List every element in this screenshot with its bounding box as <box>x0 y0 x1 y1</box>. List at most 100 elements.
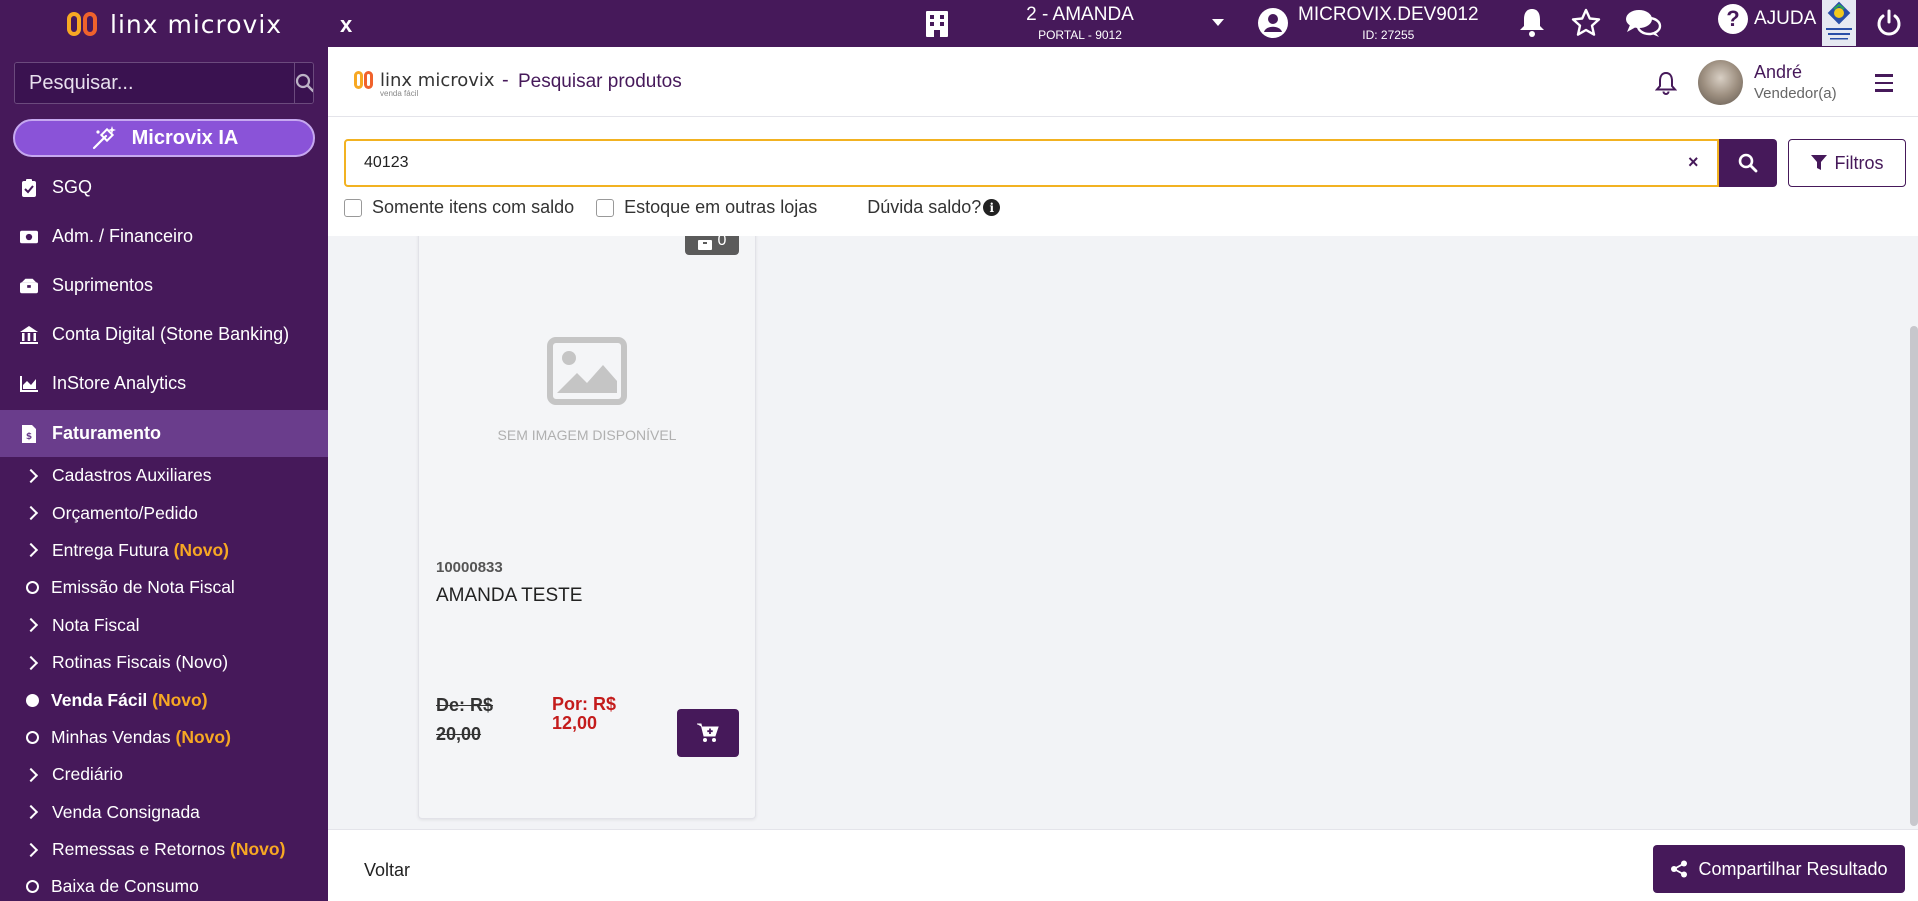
new-price: Por: R$ 12,00 <box>552 694 617 733</box>
user-circle-icon <box>1258 8 1288 38</box>
sidebar-subitem-crediario[interactable]: Crediário <box>0 756 328 793</box>
sidebar-subitem-label: Minhas Vendas (Novo) <box>51 727 231 748</box>
info-icon[interactable]: i <box>983 199 1001 216</box>
chevron-right-icon <box>23 767 39 782</box>
avatar[interactable] <box>1698 60 1743 105</box>
notification-bell-icon[interactable] <box>1655 71 1677 95</box>
sidebar-search-input[interactable] <box>15 63 294 103</box>
share-label: Compartilhar Resultado <box>1698 858 1888 879</box>
caret-down-icon[interactable] <box>1212 19 1224 26</box>
sidebar-subitem-minhas-vendas[interactable]: Minhas Vendas (Novo) <box>0 719 328 756</box>
product-search-bar: × Filtros Somente itens com saldo Estoqu… <box>328 117 1918 236</box>
sidebar-subitem-label: Baixa de Consumo <box>51 876 199 897</box>
clipboard-check-icon <box>20 178 38 197</box>
novo-badge: (Novo) <box>173 539 230 560</box>
sidebar-subitem-emissao-nf[interactable]: Emissão de Nota Fiscal <box>0 569 328 606</box>
bell-icon[interactable] <box>1518 7 1546 37</box>
sidebar-item-suprimentos[interactable]: Suprimentos <box>0 261 328 310</box>
sidebar-item-instore-analytics[interactable]: InStore Analytics <box>0 359 328 408</box>
sidebar-search-button[interactable] <box>294 63 313 103</box>
store-selector[interactable]: 2 - AMANDA PORTAL - 9012 <box>1000 4 1160 42</box>
chat-icon[interactable] <box>1624 7 1662 39</box>
chevron-right-icon <box>23 805 39 820</box>
question-icon: ? <box>1718 4 1748 34</box>
checkbox-somente-saldo[interactable]: Somente itens com saldo <box>344 197 574 218</box>
microvix-ia-label: Microvix IA <box>131 126 239 149</box>
account-name: MICROVIX.DEV9012 <box>1298 4 1479 25</box>
city-flower-logo-icon <box>1826 1 1852 40</box>
filled-circle-icon <box>26 693 39 707</box>
hamburger-menu-icon[interactable] <box>1875 74 1893 97</box>
sidebar-menu: SGQ Adm. / Financeiro Suprimentos Conta … <box>0 163 328 901</box>
help-button[interactable]: ? AJUDA <box>1718 4 1816 34</box>
checkbox-box[interactable] <box>344 198 362 217</box>
checkbox-label: Estoque em outras lojas <box>624 197 818 217</box>
sidebar-item-conta-digital[interactable]: Conta Digital (Stone Banking) <box>0 310 328 359</box>
share-results-button[interactable]: Compartilhar Resultado <box>1653 845 1905 893</box>
page-title: Pesquisar produtos <box>518 71 682 92</box>
product-code: 10000833 <box>436 559 503 576</box>
sidebar-subitem-cadastros[interactable]: Cadastros Auxiliares <box>0 457 328 494</box>
scrollbar[interactable] <box>1910 326 1918 826</box>
title-separator: - <box>502 69 509 91</box>
sidebar-subitem-orcamento[interactable]: Orçamento/Pedido <box>0 494 328 531</box>
sidebar-subitem-label: Orçamento/Pedido <box>52 502 198 523</box>
building-icon[interactable] <box>926 11 948 37</box>
star-icon[interactable] <box>1570 7 1602 39</box>
circle-icon <box>26 581 39 595</box>
product-search-input[interactable] <box>346 141 1717 185</box>
product-name: AMANDA TESTE <box>436 585 583 606</box>
checkbox-label: Somente itens com saldo <box>372 197 575 217</box>
page-header: linx microvix venda fácil - Pesquisar pr… <box>328 47 1918 117</box>
user-account[interactable]: MICROVIX.DEV9012 ID: 27255 <box>1258 4 1479 42</box>
search-button[interactable] <box>1719 139 1777 187</box>
sidebar-item-sgq[interactable]: SGQ <box>0 163 328 212</box>
chevron-right-icon <box>23 468 39 483</box>
sidebar-subitem-nota-fiscal[interactable]: Nota Fiscal <box>0 607 328 644</box>
sidebar-subitem-baixa-consumo[interactable]: Baixa de Consumo <box>0 868 328 901</box>
product-card[interactable]: 0 SEM IMAGEM DISPONÍVEL 10000833 AMANDA … <box>418 236 756 819</box>
add-to-cart-button[interactable] <box>677 709 739 757</box>
sidebar-subitem-rotinas-fiscais[interactable]: Rotinas Fiscais (Novo) <box>0 644 328 681</box>
stock-count: 0 <box>717 236 727 249</box>
chevron-right-icon <box>23 655 39 670</box>
sidebar-subitem-remessas[interactable]: Remessas e Retornos (Novo) <box>0 831 328 868</box>
microvix-ia-button[interactable]: Microvix IA <box>13 119 315 157</box>
duvida-saldo-link[interactable]: Dúvida saldo? i <box>867 197 1001 218</box>
back-button[interactable]: Voltar <box>364 860 410 881</box>
sidebar-subitem-label: Remessas e Retornos (Novo) <box>52 839 285 860</box>
sidebar-item-label: InStore Analytics <box>52 373 187 393</box>
power-icon[interactable] <box>1876 9 1902 37</box>
filters-button[interactable]: Filtros <box>1788 139 1906 187</box>
sidebar-item-adm-financeiro[interactable]: Adm. / Financeiro <box>0 212 328 261</box>
linx-logo-icon <box>67 12 97 36</box>
novo-badge: (Novo) <box>152 689 208 710</box>
chevron-right-icon <box>23 506 39 521</box>
sidebar-subitem-venda-consignada[interactable]: Venda Consignada <box>0 794 328 831</box>
close-sidebar-button[interactable]: x <box>340 12 352 38</box>
sidebar-subitem-label: Crediário <box>52 764 123 785</box>
store-name: 2 - AMANDA <box>1026 4 1134 25</box>
results-area: 0 SEM IMAGEM DISPONÍVEL 10000833 AMANDA … <box>328 236 1918 829</box>
sidebar: linx microvix Microvix IA SGQ Adm. / Fin… <box>0 0 328 901</box>
share-icon <box>1671 860 1688 878</box>
linx-mark-icon <box>354 71 373 89</box>
sidebar-subitem-text: Venda Fácil <box>51 689 153 710</box>
sidebar-subitem-text: Entrega Futura <box>52 539 174 560</box>
ai-sparkle-icon <box>92 126 116 150</box>
linx-logo[interactable]: linx microvix <box>66 8 282 40</box>
search-options: Somente itens com saldo Estoque em outra… <box>344 197 1001 218</box>
filters-label: Filtros <box>1834 152 1884 173</box>
sidebar-subitem-venda-facil[interactable]: Venda Fácil (Novo) <box>0 681 328 718</box>
checkbox-box[interactable] <box>596 198 615 217</box>
logo-text: linx microvix <box>380 69 495 91</box>
sidebar-subitem-entrega-futura[interactable]: Entrega Futura (Novo) <box>0 532 328 569</box>
money-bill-icon <box>20 228 38 246</box>
clear-search-button[interactable]: × <box>1688 152 1699 173</box>
duvida-saldo-label: Dúvida saldo? <box>867 197 982 217</box>
circle-icon <box>26 730 39 744</box>
sidebar-item-faturamento[interactable]: $ Faturamento <box>0 410 328 457</box>
checkbox-estoque-outras-lojas[interactable]: Estoque em outras lojas <box>596 197 817 218</box>
box-icon <box>697 240 712 250</box>
help-label: AJUDA <box>1754 8 1817 29</box>
